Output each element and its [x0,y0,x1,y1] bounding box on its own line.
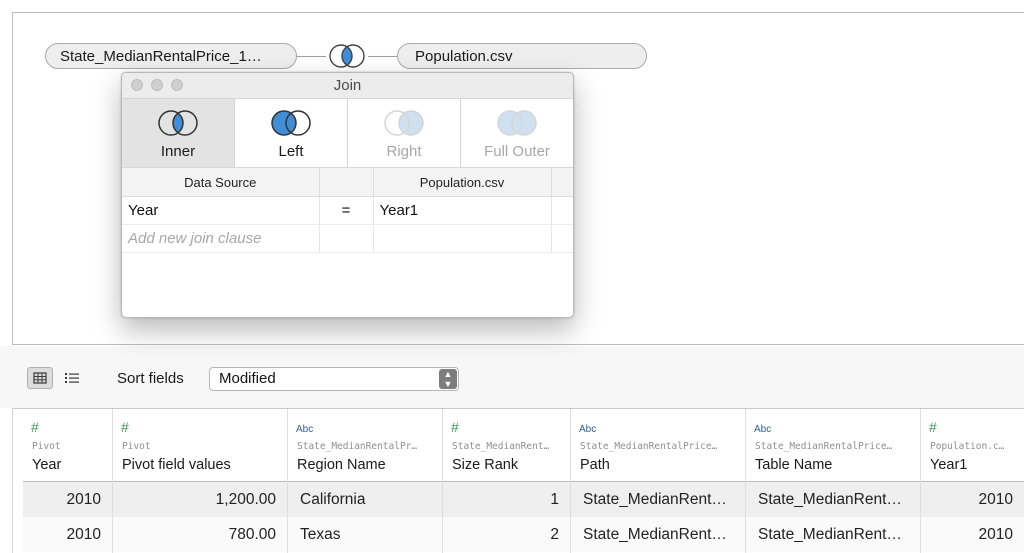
left-join-icon[interactable] [325,42,369,70]
join-clause-left-field[interactable]: Year [122,196,320,225]
sort-fields-label: Sort fields [117,370,184,387]
column-source: State_MedianRentalPr… [297,441,418,452]
join-type-full-outer[interactable]: Full Outer [461,99,573,167]
column-size-rank[interactable]: # State_MedianRent… Size Rank 1 2 [443,409,571,553]
table-cell: 2010 [23,482,112,517]
column-source: Pivot [32,441,61,452]
add-join-clause[interactable]: Add new join clause [122,224,320,253]
grid-view-button[interactable] [27,367,53,389]
column-name[interactable]: Year [32,457,108,473]
join-dialog: Join Inner Left Right Full Outer Data So… [121,72,574,318]
table-cell: State_MedianRent… [746,482,920,517]
join-type-inner-label: Inner [160,143,196,160]
sort-fields-value: Modified [219,370,276,387]
join-connector-left [297,56,326,57]
left-source-header: Data Source [122,168,320,197]
right-join-icon [384,110,424,136]
column-name[interactable]: Pivot field values [122,457,283,473]
full-outer-join-icon [497,110,537,136]
table-cell: Texas [288,517,442,552]
column-path[interactable]: Abc State_MedianRentalPrice… Path State_… [571,409,746,553]
table-cell: 2010 [921,517,1024,552]
column-name[interactable]: Size Rank [452,457,566,473]
column-source: Population.c… [930,441,1005,452]
join-clause-row[interactable]: Year = Year1 [122,196,573,225]
join-clause-right-field[interactable]: Year1 [373,196,552,225]
join-clause-header-row: Data Source Population.csv [122,168,573,197]
column-source: State_MedianRent… [452,441,550,452]
join-type-inner[interactable]: Inner [122,99,235,167]
table-cell: 1 [443,482,570,517]
string-type-icon[interactable]: Abc [754,424,771,435]
join-type-selector: Inner Left Right Full Outer [122,99,573,168]
sort-fields-select[interactable]: Modified ▲ ▼ [209,367,459,391]
left-join-icon [271,110,311,136]
join-clause-operator[interactable]: = [319,196,374,225]
join-clause-table: Data Source Population.csv Year = Year1 … [122,168,573,253]
table-cell: State_MedianRent… [571,482,745,517]
column-header[interactable]: Abc State_MedianRentalPrice… Table Name [746,409,920,482]
column-name[interactable]: Region Name [297,457,438,473]
join-connector-right [368,56,398,57]
column-name[interactable]: Table Name [755,457,916,473]
join-type-full-outer-label: Full Outer [484,143,550,160]
join-type-right[interactable]: Right [348,99,461,167]
table-cell: 2010 [23,517,112,552]
table-cell: 1,200.00 [113,482,287,517]
column-header[interactable]: # Pivot Year [23,409,112,482]
number-type-icon[interactable]: # [451,419,459,435]
column-year1[interactable]: # Population.c… Year1 2010 2010 [921,409,1024,553]
column-header[interactable]: # Pivot Pivot field values [113,409,287,482]
add-join-clause-row[interactable]: Add new join clause [122,224,573,253]
column-header[interactable]: Abc State_MedianRentalPr… Region Name [288,409,442,482]
table-cell: California [288,482,442,517]
table-cell: 2 [443,517,570,552]
table-cell: State_MedianRent… [746,517,920,552]
number-type-icon[interactable]: # [31,419,39,435]
join-type-right-label: Right [386,143,422,160]
column-year[interactable]: # Pivot Year 2010 2010 [23,409,113,553]
number-type-icon[interactable]: # [929,419,937,435]
column-header[interactable]: Abc State_MedianRentalPrice… Path [571,409,745,482]
column-source: State_MedianRentalPrice… [755,441,893,452]
list-view-button[interactable] [61,367,83,389]
left-table-pill[interactable]: State_MedianRentalPrice_1… [45,43,297,69]
column-table-name[interactable]: Abc State_MedianRentalPrice… Table Name … [746,409,921,553]
string-type-icon[interactable]: Abc [296,424,313,435]
number-type-icon[interactable]: # [121,419,129,435]
table-cell: State_MedianRent… [571,517,745,552]
right-source-header: Population.csv [373,168,552,197]
inner-join-icon [158,110,198,136]
grid-view-icon [33,372,47,384]
right-table-pill[interactable]: Population.csv [397,43,647,69]
operator-header [319,168,374,197]
column-header[interactable]: # State_MedianRent… Size Rank [443,409,570,482]
list-view-icon [65,373,79,383]
column-source: Pivot [122,441,151,452]
join-type-left[interactable]: Left [235,99,348,167]
column-name[interactable]: Path [580,457,741,473]
column-header[interactable]: # Population.c… Year1 [921,409,1024,482]
column-region-name[interactable]: Abc State_MedianRentalPr… Region Name Ca… [288,409,443,553]
column-source: State_MedianRentalPrice… [580,441,718,452]
string-type-icon[interactable]: Abc [579,424,596,435]
dialog-titlebar: Join [122,73,573,99]
join-type-left-label: Left [278,143,304,160]
column-name[interactable]: Year1 [930,457,1020,473]
select-arrows-icon: ▲ ▼ [439,369,457,389]
column-pivot-field-values[interactable]: # Pivot Pivot field values 1,200.00 780.… [113,409,288,553]
dialog-title: Join [333,77,362,94]
table-cell: 2010 [921,482,1024,517]
table-cell: 780.00 [113,517,287,552]
